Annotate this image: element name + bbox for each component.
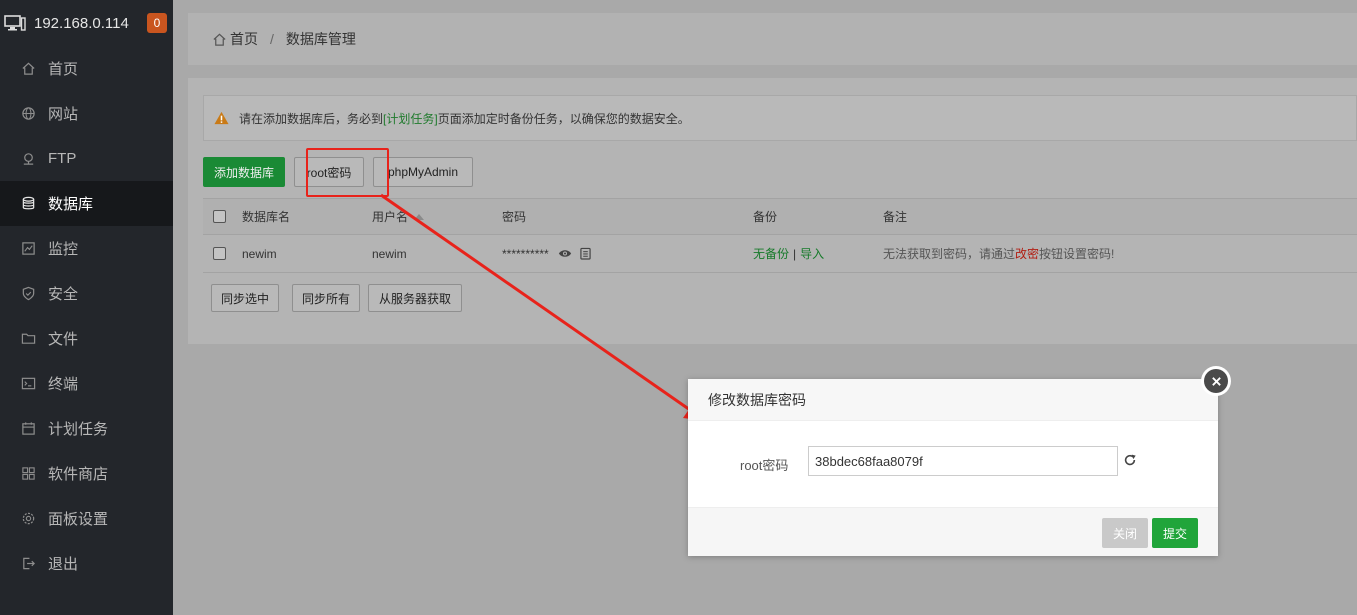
sidebar-item-label: 软件商店 [48,466,109,483]
cell-db-name: newim [242,246,277,261]
cell-password: ********** [502,235,591,272]
breadcrumb-home[interactable]: 首页 [230,29,258,49]
select-all-checkbox[interactable] [213,210,226,223]
sidebar-item-ftp[interactable]: FTP [0,136,173,181]
warning-alert: 请在添加数据库后，务必到 [计划任务] 页面添加定时备份任务，以确保您的数据安全… [203,95,1357,141]
sidebar-item-label: 面板设置 [48,511,109,528]
sidebar-item-terminal[interactable]: 终端 [0,361,173,406]
sidebar-item-label: 终端 [48,376,79,393]
sidebar-item-website[interactable]: 网站 [0,91,173,136]
table-header: 数据库名 用户名 密码 备份 备注 [203,198,1357,235]
grid-icon [20,466,36,482]
note-text-after: 按钮设置密码! [1039,247,1115,261]
sidebar-item-label: FTP [48,150,77,167]
calendar-icon [20,421,36,437]
cron-task-link[interactable]: [计划任务] [383,110,438,127]
root-password-label: root密码 [740,458,789,473]
cell-backup: 无备份 | 导入 [753,235,824,272]
folder-icon [20,331,36,347]
eye-icon[interactable] [558,248,572,259]
sidebar-item-label: 文件 [48,331,79,348]
shield-icon [20,286,36,302]
sidebar-item-label: 计划任务 [48,421,109,438]
close-icon [1204,369,1228,393]
change-password-modal: 修改数据库密码 root密码 关闭 提交 [688,379,1218,556]
ftp-icon [20,151,36,167]
note-text-before: 无法获取到密码，请通过 [883,247,1016,261]
cell-note: 无法获取到密码，请通过 改密 按钮设置密码! [883,235,1114,272]
monitor-icon [20,241,36,257]
sidebar-item-security[interactable]: 安全 [0,271,173,316]
modal-footer: 关闭 提交 [688,507,1218,556]
password-mask: ********** [502,246,549,261]
no-backup-link[interactable]: 无备份 [753,245,789,262]
notification-badge[interactable]: 0 [147,13,167,33]
sidebar-item-home[interactable]: 首页 [0,46,173,91]
fetch-from-server-button[interactable]: 从服务器获取 [368,284,462,312]
sidebar-item-label: 数据库 [48,196,94,213]
cell-username: newim [372,246,407,261]
annotation-highlight-box [306,148,389,197]
sidebar-item-logout[interactable]: 退出 [0,541,173,586]
globe-icon [20,106,36,122]
row-checkbox[interactable] [213,247,226,260]
sidebar-item-label: 网站 [48,106,79,123]
warning-icon [214,111,229,125]
root-password-input[interactable] [808,446,1118,476]
sidebar-item-database[interactable]: 数据库 [0,181,173,226]
import-link[interactable]: 导入 [800,245,824,262]
close-button[interactable]: 关闭 [1102,518,1148,548]
sidebar-item-files[interactable]: 文件 [0,316,173,361]
gear-icon [20,511,36,527]
home-icon [213,33,226,46]
modal-title: 修改数据库密码 [688,379,1218,421]
sidebar-item-label: 退出 [48,556,79,573]
breadcrumb-current: 数据库管理 [285,31,356,47]
sidebar-header: 192.168.0.114 0 [0,0,173,46]
sort-up-icon [414,213,425,220]
sync-selected-button[interactable]: 同步选中 [211,284,279,312]
header-username[interactable]: 用户名 [372,199,425,234]
sidebar-item-cron[interactable]: 计划任务 [0,406,173,451]
sidebar: 192.168.0.114 0 首页 网站 FTP 数据库 监控 安全 文件 终… [0,0,173,615]
modal-close-icon[interactable] [1201,366,1231,396]
breadcrumb-separator: / [270,31,274,47]
sidebar-item-settings[interactable]: 面板设置 [0,496,173,541]
sidebar-item-label: 安全 [48,286,79,303]
terminal-icon [20,376,36,392]
alert-text-before: 请在添加数据库后，务必到 [239,111,384,126]
logout-icon [20,556,36,572]
alert-text-after: 页面添加定时备份任务，以确保您的数据安全。 [437,111,690,126]
change-password-link[interactable]: 改密 [1015,245,1039,262]
backup-separator: | [793,246,797,261]
submit-button[interactable]: 提交 [1152,518,1198,548]
database-panel: 请在添加数据库后，务必到 [计划任务] 页面添加定时备份任务，以确保您的数据安全… [188,78,1357,344]
header-username-label: 用户名 [372,210,409,224]
add-database-button[interactable]: 添加数据库 [203,157,285,187]
header-password: 密码 [502,210,527,224]
copy-icon[interactable] [580,247,591,260]
sidebar-item-label: 监控 [48,241,79,258]
database-table: 数据库名 用户名 密码 备份 备注 newim newim ********** [203,198,1357,273]
breadcrumb: 首页 / 数据库管理 [188,13,1357,65]
sidebar-item-label: 首页 [48,61,79,78]
monitor-icon [4,15,26,31]
refresh-icon[interactable] [1123,453,1137,467]
sync-all-button[interactable]: 同步所有 [292,284,360,312]
table-row: newim newim ********** 无备份 | 导入 无法获取到密码，… [203,235,1357,273]
header-backup: 备份 [753,210,778,224]
header-db-name[interactable]: 数据库名 [242,199,290,234]
database-icon [20,196,36,212]
sidebar-item-store[interactable]: 软件商店 [0,451,173,496]
modal-body: root密码 [688,421,1218,507]
home-icon [20,61,36,77]
header-note: 备注 [883,210,908,224]
sidebar-item-monitor[interactable]: 监控 [0,226,173,271]
host-address: 192.168.0.114 [34,14,129,32]
